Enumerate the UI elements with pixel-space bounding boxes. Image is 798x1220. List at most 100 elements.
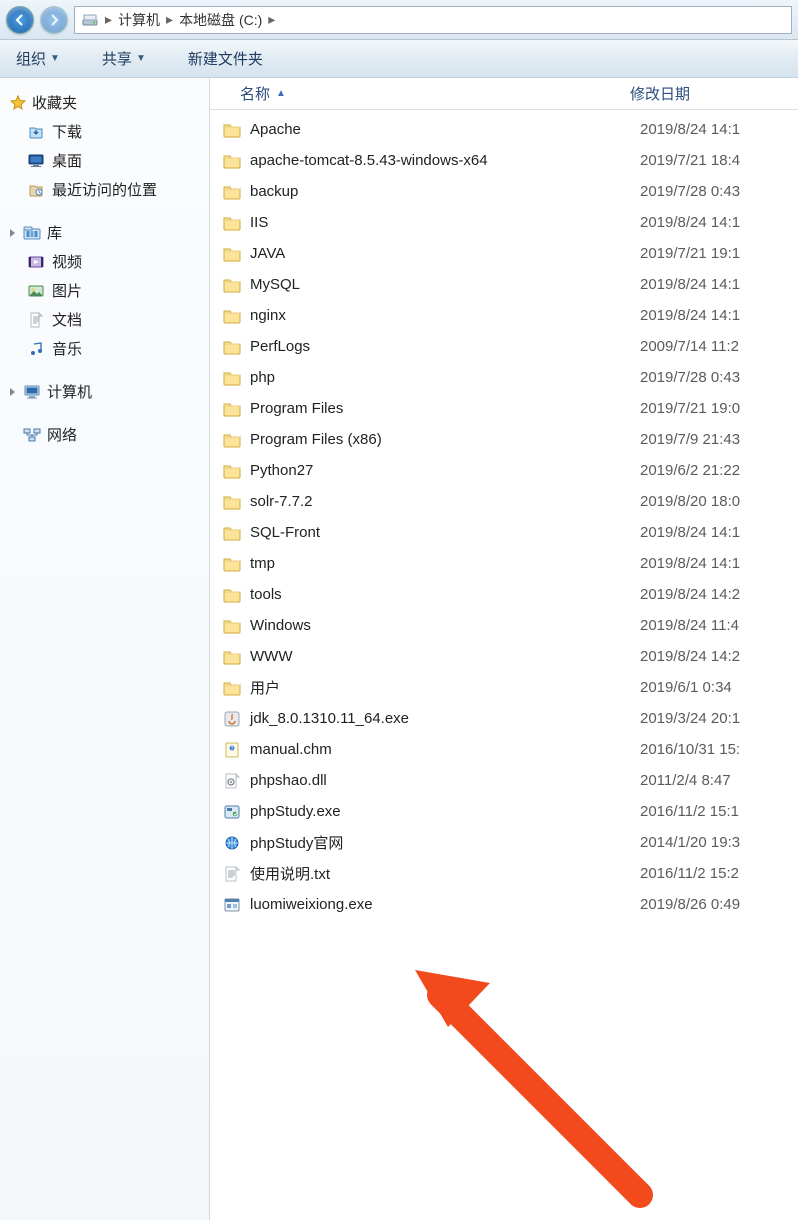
svg-text:?: ? [231,746,234,752]
back-button[interactable] [6,6,34,34]
new-folder-label: 新建文件夹 [188,48,263,69]
breadcrumb[interactable]: ▸ 计算机 ▸ 本地磁盘 (C:) ▸ [74,6,792,34]
file-row[interactable]: jdk_8.0.1310.11_64.exe2019/3/24 20:1 [210,703,798,734]
file-name: php [244,369,640,386]
sidebar-item-favorite[interactable]: 最近访问的位置 [0,175,209,204]
file-name: WWW [244,648,640,665]
share-menu[interactable]: 共享 ▼ [96,44,152,73]
column-headers: 名称 ▲ 修改日期 [210,78,798,110]
file-row[interactable]: Windows2019/8/24 11:4 [210,610,798,641]
file-row[interactable]: Program Files (x86)2019/7/9 21:43 [210,424,798,455]
file-row[interactable]: apache-tomcat-8.5.43-windows-x642019/7/2… [210,145,798,176]
file-row[interactable]: solr-7.7.22019/8/20 18:0 [210,486,798,517]
column-name-header[interactable]: 名称 ▲ [220,83,630,104]
file-row[interactable]: tmp2019/8/24 14:1 [210,548,798,579]
breadcrumb-drive[interactable]: 本地磁盘 (C:) [179,10,262,30]
libraries-header[interactable]: 库 [0,218,209,247]
app-icon [220,897,244,913]
file-name: backup [244,183,640,200]
computer-label: 计算机 [47,381,92,402]
favorites-label: 收藏夹 [32,92,77,113]
sidebar-item-label: 图片 [52,280,82,301]
sidebar-item-library[interactable]: 音乐 [0,334,209,363]
organize-label: 组织 [16,48,46,69]
favorites-group: 收藏夹 下载桌面最近访问的位置 [0,88,209,204]
file-date: 2019/7/21 19:1 [640,245,798,262]
file-row[interactable]: Apache2019/8/24 14:1 [210,114,798,145]
sidebar-item-label: 下载 [52,121,82,142]
file-name: Apache [244,121,640,138]
sidebar-item-library[interactable]: 视频 [0,247,209,276]
sidebar-item-favorite[interactable]: 桌面 [0,146,209,175]
folder-icon [220,432,244,448]
file-row[interactable]: MySQL2019/8/24 14:1 [210,269,798,300]
file-name: PerfLogs [244,338,640,355]
file-row[interactable]: luomiweixiong.exe2019/8/26 0:49 [210,889,798,920]
column-name-label: 名称 [240,83,270,104]
file-date: 2019/8/24 14:2 [640,648,798,665]
sidebar-item-favorite[interactable]: 下载 [0,117,209,146]
sidebar-item-library[interactable]: 文档 [0,305,209,334]
file-name: Python27 [244,462,640,479]
forward-button[interactable] [40,6,68,34]
file-name: phpStudy.exe [244,803,640,820]
network-group: 网络 [0,420,209,449]
file-date: 2014/1/20 19:3 [640,834,798,851]
sidebar-item-library[interactable]: 图片 [0,276,209,305]
file-date: 2011/2/4 8:47 [640,772,798,789]
star-icon [10,95,26,111]
sidebar-item-label: 文档 [52,309,82,330]
file-name: 使用说明.txt [244,863,640,884]
folder-icon [220,525,244,541]
share-label: 共享 [102,48,132,69]
file-row[interactable]: tools2019/8/24 14:2 [210,579,798,610]
music-icon [28,341,44,357]
file-row[interactable]: phpStudy.exe2016/11/2 15:1 [210,796,798,827]
document-icon [28,312,44,328]
file-row[interactable]: IIS2019/8/24 14:1 [210,207,798,238]
organize-menu[interactable]: 组织 ▼ [10,44,66,73]
file-row[interactable]: Program Files2019/7/21 19:0 [210,393,798,424]
file-name: solr-7.7.2 [244,493,640,510]
file-row[interactable]: PerfLogs2009/7/14 11:2 [210,331,798,362]
file-row[interactable]: phpStudy官网2014/1/20 19:3 [210,827,798,858]
file-date: 2016/10/31 15: [640,741,798,758]
file-date: 2019/8/24 14:1 [640,307,798,324]
file-date: 2019/8/24 14:1 [640,121,798,138]
libraries-label: 库 [47,222,62,243]
file-date: 2019/8/24 14:1 [640,276,798,293]
file-row[interactable]: nginx2019/8/24 14:1 [210,300,798,331]
java-icon [220,711,244,727]
breadcrumb-computer[interactable]: 计算机 [118,10,160,30]
file-row[interactable]: Python272019/6/2 21:22 [210,455,798,486]
toolbar: 组织 ▼ 共享 ▼ 新建文件夹 [0,40,798,78]
file-name: nginx [244,307,640,324]
computer-header[interactable]: 计算机 [0,377,209,406]
file-row[interactable]: phpshao.dll2011/2/4 8:47 [210,765,798,796]
sidebar-item-label: 视频 [52,251,82,272]
breadcrumb-separator: ▸ [166,11,173,28]
file-row[interactable]: 使用说明.txt2016/11/2 15:2 [210,858,798,889]
file-row[interactable]: JAVA2019/7/21 19:1 [210,238,798,269]
file-row[interactable]: SQL-Front2019/8/24 14:1 [210,517,798,548]
folder-icon [220,494,244,510]
column-date-header[interactable]: 修改日期 [630,83,798,104]
file-name: manual.chm [244,741,640,758]
expand-caret-icon [10,229,15,237]
file-row[interactable]: php2019/7/28 0:43 [210,362,798,393]
address-bar: ▸ 计算机 ▸ 本地磁盘 (C:) ▸ [0,0,798,40]
folder-icon [220,618,244,634]
library-icon [23,225,41,241]
file-row[interactable]: 用户2019/6/1 0:34 [210,672,798,703]
file-row[interactable]: ? manual.chm2016/10/31 15: [210,734,798,765]
file-date: 2019/7/28 0:43 [640,183,798,200]
file-date: 2019/3/24 20:1 [640,710,798,727]
file-name: luomiweixiong.exe [244,896,640,913]
network-header[interactable]: 网络 [0,420,209,449]
new-folder-button[interactable]: 新建文件夹 [182,44,269,73]
favorites-header[interactable]: 收藏夹 [0,88,209,117]
file-row[interactable]: backup2019/7/28 0:43 [210,176,798,207]
file-row[interactable]: WWW2019/8/24 14:2 [210,641,798,672]
expand-caret-icon [10,388,15,396]
file-name: tmp [244,555,640,572]
